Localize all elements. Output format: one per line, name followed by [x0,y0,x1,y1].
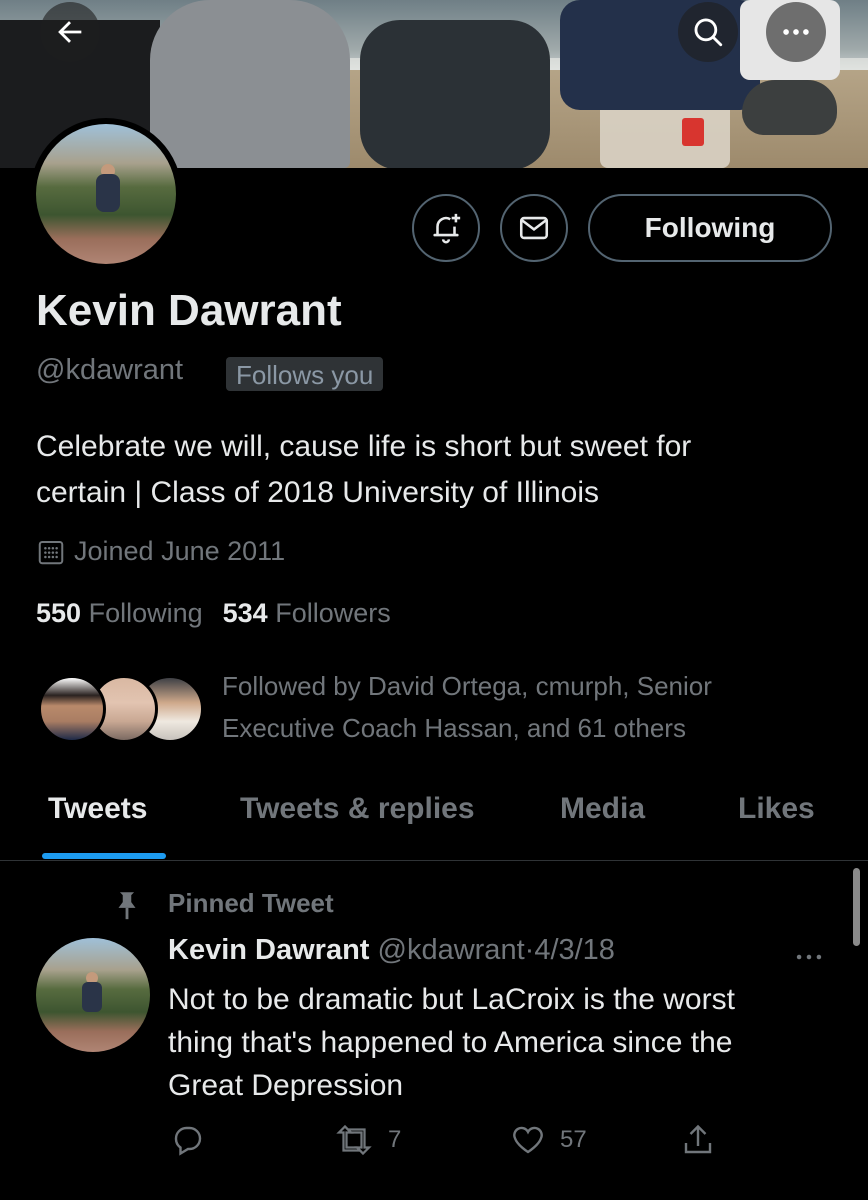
tweet-text-line: Not to be dramatic but LaCroix is the wo… [168,983,735,1016]
tweet-author-handle[interactable]: @kdawrant [378,934,525,966]
tab-tweets[interactable]: Tweets [48,792,147,826]
followed-by-text[interactable]: Followed by David Ortega, cmurph, Senior… [222,665,782,749]
profile-tabs: Tweets Tweets & replies Media Likes [0,770,868,861]
search-icon [694,18,723,47]
notifications-button[interactable] [412,194,480,262]
back-arrow-icon [58,21,82,43]
follow-stats: 550 Following 534 Followers [36,598,391,629]
joined-text: Joined June 2011 [74,536,286,566]
following-button[interactable]: Following [588,194,832,262]
followed-by-line: Followed by David Ortega, cmurph, Senior [222,671,712,701]
banner-figure [360,20,550,168]
tweet-author-avatar[interactable] [36,938,150,1052]
message-button[interactable] [500,194,568,262]
bio-line: Celebrate we will, cause life is short b… [36,430,692,463]
reply-icon [174,1126,202,1156]
back-button[interactable] [40,2,100,62]
tweet-text-line: thing that's happened to America since t… [168,1026,733,1059]
retweet-button[interactable]: 7 [334,1122,401,1158]
following-label: Following [88,598,203,628]
tweet-separator: · [524,934,535,966]
tab-tweets-replies[interactable]: Tweets & replies [240,792,475,826]
reply-button[interactable] [170,1122,220,1158]
profile-bio: Celebrate we will, cause life is short b… [36,424,836,516]
search-button[interactable] [678,2,738,62]
mail-icon [519,216,549,240]
heart-icon [513,1126,543,1154]
followers-count: 534 [222,598,268,628]
calendar-icon [38,540,64,564]
banner-figure [150,0,350,168]
avatar-person-body [96,174,120,212]
joined-date: Joined June 2011 [36,536,285,567]
avatar-person-body [82,982,102,1012]
followers-stat[interactable]: 534 Followers [223,598,391,628]
tweet-header: Kevin Dawrant @kdawrant·4/3/18 [168,934,615,967]
tweet-text[interactable]: Not to be dramatic but LaCroix is the wo… [168,978,828,1107]
profile-handle: @kdawrant [36,354,184,386]
pinned-tweet-label: Pinned Tweet [168,888,334,918]
tab-media[interactable]: Media [560,792,645,826]
followed-by-line: Executive Coach Hassan, and 61 others [222,713,686,743]
retweet-icon [336,1124,372,1156]
follows-you-badge: Follows you [226,357,384,391]
profile-avatar[interactable] [36,124,176,264]
like-button[interactable]: 57 [510,1122,587,1158]
pin-icon [118,892,136,920]
banner-rock [742,80,837,135]
bio-line: certain | Class of 2018 University of Il… [36,476,600,509]
retweet-count: 7 [388,1126,402,1153]
more-button[interactable] [766,2,826,62]
scrollbar[interactable] [853,868,860,946]
profile-name: Kevin Dawrant [36,286,342,335]
like-count: 57 [560,1126,587,1153]
tweet-author-name[interactable]: Kevin Dawrant [168,934,369,966]
notification-bell-plus-icon [433,213,461,244]
banner-cup [682,118,704,146]
following-stat[interactable]: 550 Following [36,598,203,628]
tweet-more-icon[interactable] [792,940,826,974]
followers-label: Followers [275,598,391,628]
active-tab-indicator [42,853,166,859]
share-button[interactable] [680,1122,716,1158]
share-icon [684,1124,712,1154]
tweet-date[interactable]: 4/3/18 [534,934,615,966]
tab-likes[interactable]: Likes [738,792,815,826]
more-icon [783,29,809,35]
following-count: 550 [36,598,82,628]
follower-avatar[interactable] [38,675,106,743]
tweet-text-line: Great Depression [168,1069,404,1102]
